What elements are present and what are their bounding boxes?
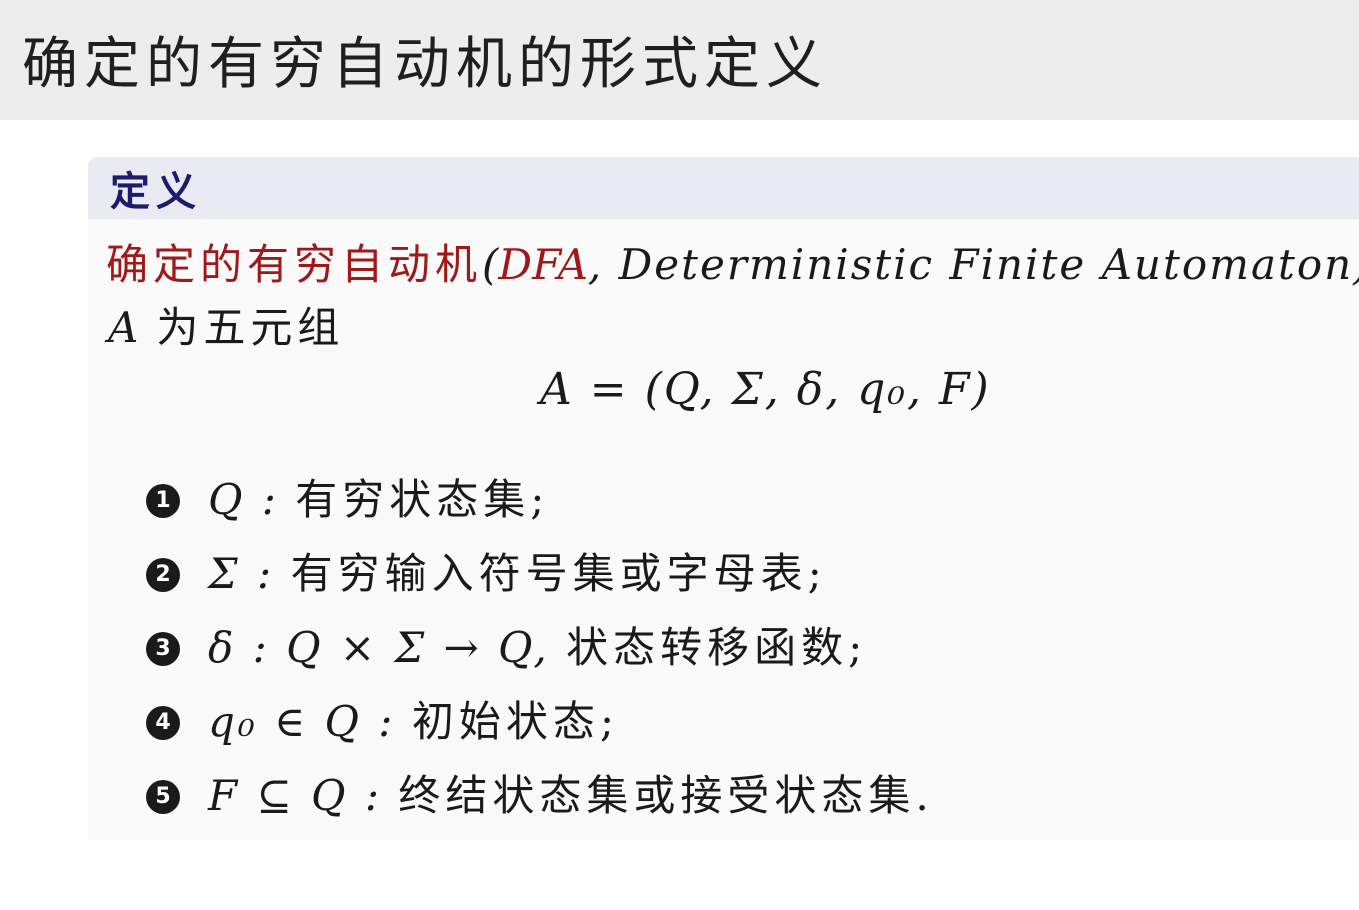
- item-description: 终结状态集或接受状态集.: [398, 771, 934, 820]
- bullet-number: 1: [146, 484, 180, 518]
- item-symbol: Σ :: [208, 549, 275, 598]
- list-item-text: Q : 有穷状态集;: [208, 472, 549, 528]
- slide-title-bar: 确定的有穷自动机的形式定义: [0, 0, 1359, 120]
- definition-block-header: 定义: [88, 157, 1359, 219]
- item-description: 初始状态;: [411, 697, 619, 746]
- term-full-name: , Deterministic Finite Automaton): [587, 240, 1359, 289]
- bullet-number: 3: [146, 632, 180, 666]
- tuple-description: 为五元组: [156, 303, 345, 352]
- item-description: 有穷输入符号集或字母表;: [290, 549, 827, 598]
- bullet-number: 4: [146, 706, 180, 740]
- definition-term-line: 确定的有穷自动机(DFA, Deterministic Finite Autom…: [106, 236, 1359, 294]
- slide-title: 确定的有穷自动机的形式定义: [22, 32, 828, 97]
- term-abbreviation: DFA: [498, 240, 588, 289]
- list-item-text: δ : Q × Σ → Q, 状态转移函数;: [208, 620, 867, 676]
- bullet-number: 2: [146, 558, 180, 592]
- item-symbol: δ : Q × Σ → Q,: [208, 623, 550, 672]
- list-item-text: F ⊆ Q : 终结状态集或接受状态集.: [208, 768, 934, 824]
- item-symbol: q₀ ∈ Q :: [208, 697, 396, 746]
- item-description: 有穷状态集;: [295, 475, 550, 524]
- term-paren-open: (: [482, 240, 499, 289]
- definition-block-title: 定义: [110, 168, 202, 215]
- list-item-text: q₀ ∈ Q : 初始状态;: [208, 694, 619, 750]
- dfa-formula: A = (Q, Σ, δ, q₀, F): [540, 364, 991, 415]
- list-item-text: Σ : 有穷输入符号集或字母表;: [208, 546, 827, 602]
- item-description: 状态转移函数;: [566, 623, 868, 672]
- item-symbol: Q :: [208, 475, 279, 524]
- tuple-line: A 为五元组: [108, 300, 344, 356]
- term-chinese: 确定的有穷自动机: [106, 240, 483, 289]
- item-symbol: F ⊆ Q :: [208, 771, 382, 820]
- bullet-number: 5: [146, 780, 180, 814]
- tuple-variable: A: [108, 303, 139, 352]
